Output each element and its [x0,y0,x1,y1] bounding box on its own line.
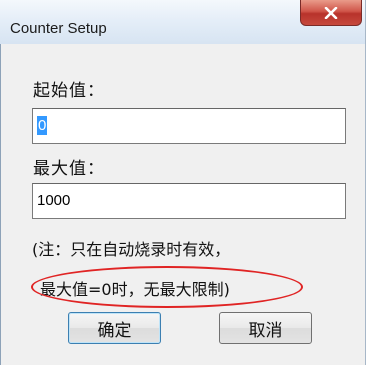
start-value-text: 0 [37,116,48,135]
max-value-input[interactable]: 1000 [32,183,346,219]
ok-button-label: 确定 [97,320,132,341]
red-annotation-ellipse [31,266,303,308]
max-value-label: 最大值： [33,159,105,179]
window-title: Counter Setup [10,20,107,37]
cancel-button[interactable]: 取消 [219,312,312,344]
start-value-label: 起始值： [33,81,105,101]
title-bar[interactable]: Counter Setup [0,0,366,44]
note-line-1: (注：只在自动烧录时有效， [32,240,231,259]
close-button[interactable] [300,0,362,26]
screenshot: Counter Setup 起始值： 0 最大值： 1000 (注：只在自动烧录… [0,0,366,365]
ok-button[interactable]: 确定 [68,312,161,344]
start-value-input[interactable]: 0 [32,108,346,144]
counter-setup-dialog: Counter Setup 起始值： 0 最大值： 1000 (注：只在自动烧录… [0,0,366,365]
close-icon [324,6,338,19]
max-value-text: 1000 [37,192,71,209]
window-frame-left [0,44,1,365]
cancel-button-label: 取消 [248,320,283,341]
